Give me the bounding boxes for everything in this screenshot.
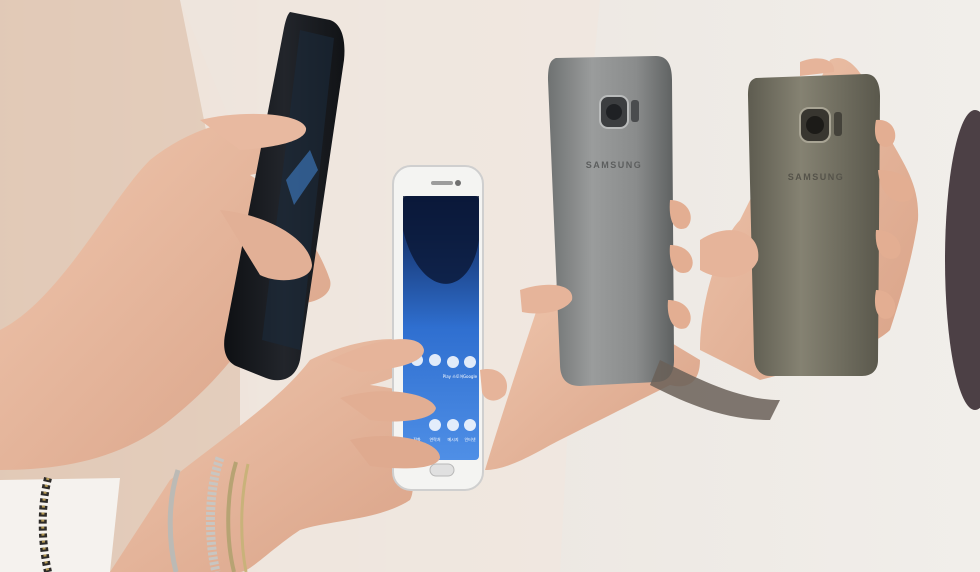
silver-phone-flash [631, 100, 639, 122]
app-label-messages: 메시지 [447, 436, 458, 442]
app-label-google: Google [463, 374, 478, 379]
white-phone-home-button [429, 463, 455, 477]
app-icon [464, 419, 476, 431]
silver-phone: SAMSUNG [548, 56, 674, 386]
gold-thumb [700, 230, 759, 278]
gold-phone-flash [834, 112, 842, 136]
app-label-play: Play 스토어 [443, 373, 464, 379]
photo-scene: Play 스토어 Google 전화 연락처 메시지 인터넷 SAMSUNG S… [0, 0, 980, 572]
white-phone-speaker [431, 181, 453, 185]
app-icon [447, 419, 459, 431]
app-label-internet: 인터넷 [464, 436, 475, 442]
gold-phone: SAMSUNG [748, 74, 880, 376]
white-sleeve [0, 478, 120, 572]
app-icon [429, 419, 441, 431]
gold-phone-brand: SAMSUNG [788, 172, 845, 182]
app-label-contacts: 연락처 [429, 436, 440, 442]
app-icon [464, 356, 476, 368]
app-icon [447, 356, 459, 368]
photo-illustration: Play 스토어 Google 전화 연락처 메시지 인터넷 SAMSUNG S… [0, 0, 980, 572]
white-phone-camera [455, 180, 461, 186]
silver-phone-lens [606, 104, 622, 120]
silver-phone-brand: SAMSUNG [586, 160, 643, 170]
gold-phone-lens [806, 116, 824, 134]
app-icon [429, 354, 441, 366]
